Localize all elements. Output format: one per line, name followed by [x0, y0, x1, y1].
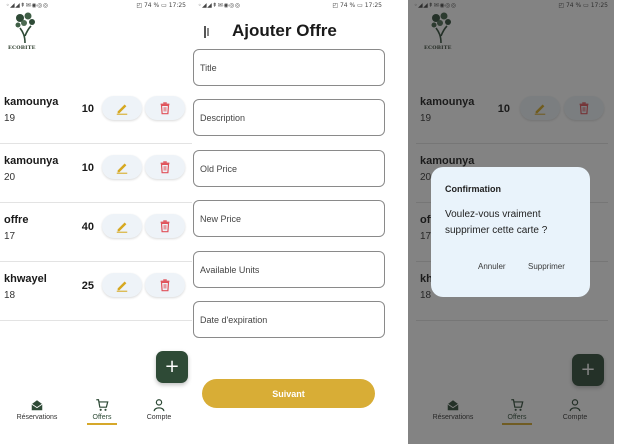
title-field[interactable] [193, 49, 385, 86]
delete-button[interactable] [145, 214, 185, 238]
pencil-icon [116, 281, 128, 292]
status-icons: ◦◢◢⇞✉◉◎◎ [6, 2, 49, 9]
nav-account[interactable]: Compte [129, 398, 189, 421]
description-field[interactable] [193, 99, 385, 136]
dialog-message: Voulez-vous vraiment supprimer cette car… [445, 209, 548, 236]
delete-button[interactable] [145, 155, 185, 179]
edit-button[interactable] [102, 155, 142, 179]
status-bar: ◦◢◢⇞✉◉◎◎ ◰ 74 % ▭ 17:25 [0, 2, 192, 12]
status-icons: ◦◢◢⇞✉◉◎◎ [198, 2, 241, 9]
offer-number: 18 [4, 290, 16, 301]
user-icon [153, 399, 165, 412]
offer-row[interactable]: khwayel 18 25 [0, 263, 192, 321]
nav-offers[interactable]: Offers [72, 398, 132, 425]
new-price-field[interactable] [193, 200, 385, 237]
trash-icon [160, 102, 170, 115]
delete-confirmation-screen: ◦◢◢⇞✉◉◎◎ ◰ 74 % ▭ 17:25 ECOBITE kamounya… [408, 0, 614, 444]
available-units-field[interactable] [193, 251, 385, 288]
trash-icon [160, 220, 170, 233]
offer-name: khwayel [4, 273, 47, 285]
trash-icon [160, 279, 170, 292]
offer-row[interactable]: kamounya 19 10 [0, 86, 192, 144]
nav-reservations-label: Réservations [16, 414, 58, 421]
brand-name: ECOBITE [8, 45, 36, 51]
pencil-icon [116, 104, 128, 115]
description-input[interactable] [194, 100, 384, 135]
offer-name: kamounya [4, 96, 59, 108]
add-offer-button[interactable]: + [156, 351, 188, 383]
dialog-title: Confirmation [445, 184, 501, 194]
expiration-date-field[interactable] [193, 301, 385, 338]
offer-row[interactable]: offre 17 40 [0, 204, 192, 262]
offer-name: offre [4, 214, 29, 226]
offer-quantity: 10 [81, 103, 94, 115]
offer-number: 17 [4, 231, 16, 242]
nav-offers-label: Offers [92, 414, 112, 421]
available-units-input[interactable] [194, 252, 384, 287]
status-battery-time: ◰ 74 % ▭ 17:25 [332, 2, 382, 9]
next-button[interactable]: Suivant [202, 379, 375, 408]
back-arrow-icon[interactable] [204, 26, 210, 38]
old-price-field[interactable] [193, 150, 385, 187]
offer-number: 19 [4, 113, 16, 124]
offers-screen: ◦◢◢⇞✉◉◎◎ ◰ 74 % ▭ 17:25 ECOBITE kamounya… [0, 0, 192, 444]
delete-button[interactable] [145, 273, 185, 297]
confirm-delete-button[interactable]: Supprimer [528, 262, 565, 271]
status-bar: ◦◢◢⇞✉◉◎◎ ◰ 74 % ▭ 17:25 [192, 2, 388, 12]
offer-row[interactable]: kamounya 20 10 [0, 145, 192, 203]
offer-quantity: 40 [81, 221, 94, 233]
status-battery-time: ◰ 74 % ▭ 17:25 [136, 2, 186, 9]
new-price-input[interactable] [194, 201, 384, 236]
active-tab-indicator [87, 423, 117, 425]
pencil-icon [116, 222, 128, 233]
edit-button[interactable] [102, 96, 142, 120]
nav-account-label: Compte [146, 414, 172, 421]
old-price-input[interactable] [194, 151, 384, 186]
app-logo: ECOBITE [8, 12, 42, 52]
tree-logo-icon [15, 12, 35, 44]
edit-button[interactable] [102, 214, 142, 238]
offer-quantity: 25 [81, 280, 94, 292]
delete-button[interactable] [145, 96, 185, 120]
nav-reservations[interactable]: Réservations [7, 398, 67, 421]
expiration-date-input[interactable] [194, 302, 384, 337]
pencil-icon [116, 163, 128, 174]
bottom-nav: Réservations Offers Compte [0, 398, 192, 434]
page-title: Ajouter Offre [232, 21, 337, 40]
plus-icon: + [164, 356, 180, 377]
offer-name: kamounya [4, 155, 59, 167]
offer-quantity: 10 [81, 162, 94, 174]
confirmation-dialog: Confirmation Voulez-vous vraiment suppri… [431, 167, 590, 297]
envelope-open-icon [31, 400, 43, 411]
title-input[interactable] [194, 50, 384, 85]
trash-icon [160, 161, 170, 174]
cart-icon [96, 399, 109, 411]
add-offer-screen: ◦◢◢⇞✉◉◎◎ ◰ 74 % ▭ 17:25 Ajouter Offre Su… [192, 0, 388, 444]
offer-number: 20 [4, 172, 16, 183]
edit-button[interactable] [102, 273, 142, 297]
cancel-button[interactable]: Annuler [478, 262, 506, 271]
